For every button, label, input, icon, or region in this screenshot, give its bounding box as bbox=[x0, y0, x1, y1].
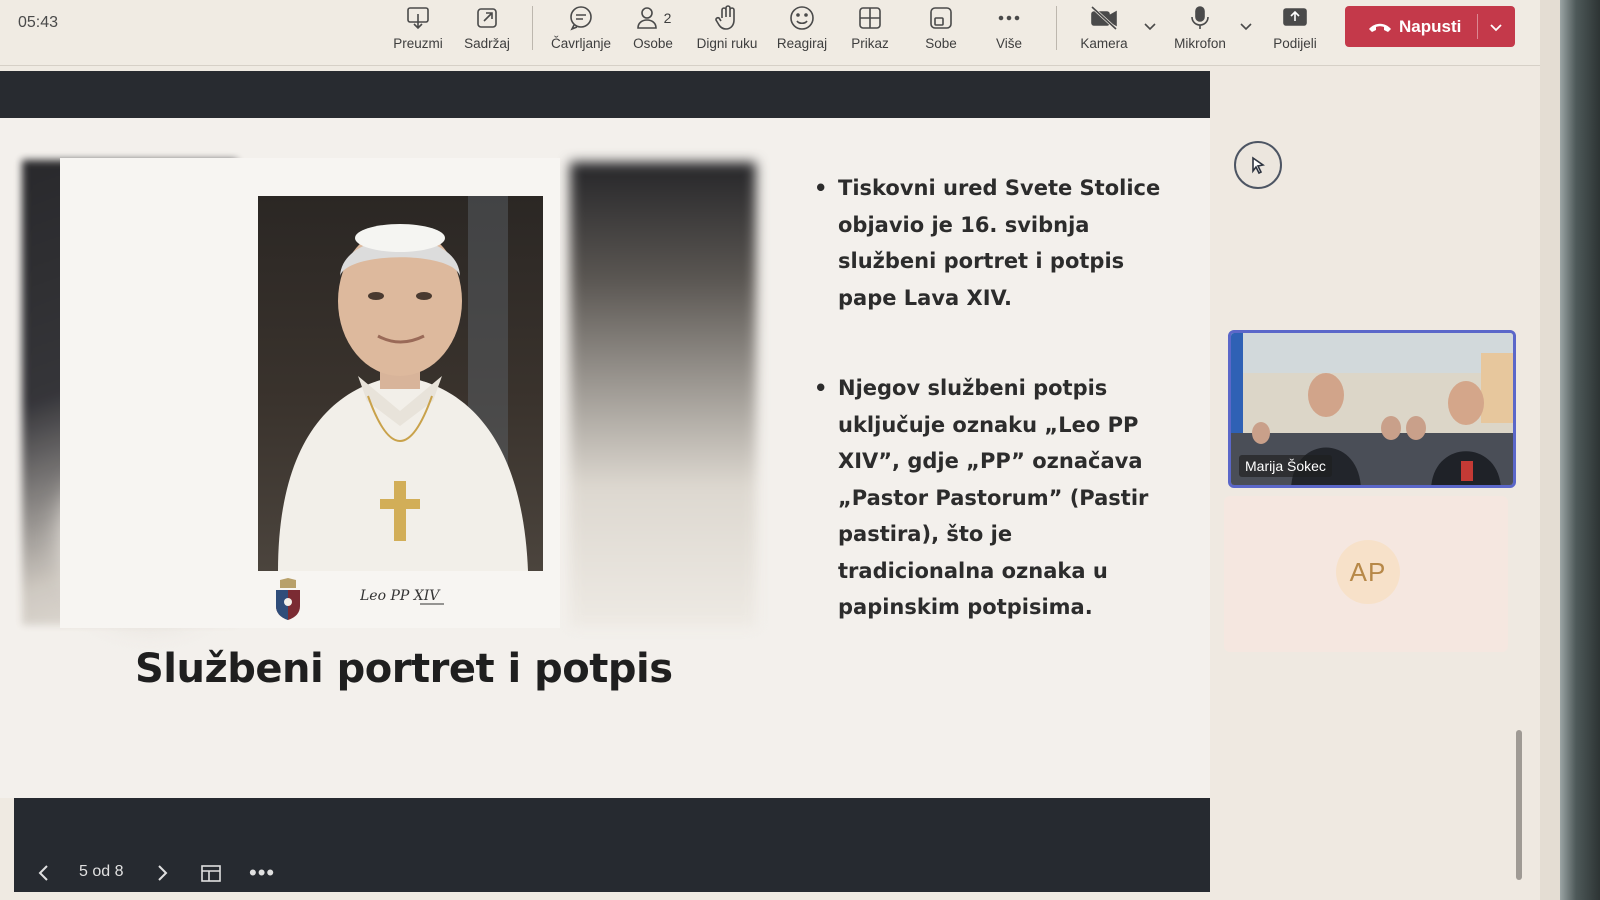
grid-view-icon bbox=[856, 0, 884, 36]
papal-coat-of-arms-icon bbox=[268, 578, 308, 622]
leave-divider bbox=[1477, 14, 1478, 39]
smiley-icon bbox=[788, 0, 816, 36]
microphone-icon bbox=[1186, 0, 1214, 36]
slide-title: Službeni portret i potpis bbox=[135, 646, 673, 692]
more-dots-icon bbox=[995, 0, 1023, 36]
rooms-icon bbox=[927, 0, 955, 36]
leave-options-chevron-icon[interactable] bbox=[1485, 16, 1507, 38]
slide-bullet: Njegov službeni potpis uključuje oznaku … bbox=[812, 370, 1172, 626]
microphone-options-chevron-icon[interactable] bbox=[1236, 16, 1256, 36]
people-button[interactable]: 2 Osobe bbox=[630, 0, 676, 62]
signature-text: Leo PP XIV bbox=[360, 588, 441, 604]
people-icon: 2 bbox=[635, 0, 672, 36]
slide-bullet-list: Tiskovni ured Svete Stolice objavio je 1… bbox=[812, 170, 1172, 626]
slide-overview-button[interactable] bbox=[199, 861, 223, 885]
monitor-bezel bbox=[1560, 0, 1600, 900]
share-content-icon bbox=[473, 0, 501, 36]
raise-hand-button[interactable]: Digni ruku bbox=[692, 0, 762, 62]
camera-off-icon bbox=[1089, 0, 1119, 36]
meeting-toolbar: 05:43 Preuzmi Sadržaj Čavrljanje 2 Osobe… bbox=[0, 0, 1560, 66]
papal-signature-image: Leo PP XIV bbox=[360, 588, 444, 605]
chevron-left-icon bbox=[38, 865, 48, 881]
view-button[interactable]: Prikaz bbox=[850, 0, 890, 62]
panel-scrollbar[interactable] bbox=[1516, 730, 1522, 880]
next-slide-button[interactable] bbox=[152, 862, 172, 884]
chevron-right-icon bbox=[158, 865, 168, 881]
chat-icon bbox=[567, 0, 595, 36]
chat-button[interactable]: Čavrljanje bbox=[548, 0, 614, 62]
hand-icon bbox=[713, 0, 741, 36]
toolbar-divider bbox=[1056, 6, 1057, 50]
share-screen-icon bbox=[1280, 0, 1310, 36]
participant-avatar-tile[interactable]: AP bbox=[1224, 496, 1508, 652]
rooms-button[interactable]: Sobe bbox=[922, 0, 960, 62]
slide-bullet: Tiskovni ured Svete Stolice objavio je 1… bbox=[812, 170, 1172, 316]
pope-portrait-image bbox=[258, 196, 543, 571]
presentation-slide: Leo PP XIV Službeni portret i potpis Tis… bbox=[0, 118, 1210, 798]
camera-options-chevron-icon[interactable] bbox=[1140, 16, 1160, 36]
share-button[interactable]: Podijeli bbox=[1270, 0, 1320, 62]
avatar: AP bbox=[1336, 540, 1400, 604]
download-icon bbox=[404, 0, 432, 36]
more-button[interactable]: Više bbox=[992, 0, 1026, 62]
slide-top-bar bbox=[0, 71, 1230, 118]
slide-counter: 5 od 8 bbox=[79, 863, 124, 880]
react-button[interactable]: Reagiraj bbox=[774, 0, 830, 62]
blurred-background-image bbox=[570, 162, 756, 627]
previous-slide-button[interactable] bbox=[34, 862, 54, 884]
toolbar-divider bbox=[532, 6, 533, 50]
download-button[interactable]: Preuzmi bbox=[392, 0, 444, 62]
slide-grid-icon bbox=[201, 865, 221, 882]
window-edge bbox=[1540, 0, 1560, 900]
participant-video-tile[interactable]: Marija Šokec bbox=[1228, 330, 1516, 488]
laser-pointer-button[interactable] bbox=[1234, 141, 1282, 189]
leave-button[interactable]: Napusti bbox=[1345, 6, 1515, 47]
content-button[interactable]: Sadržaj bbox=[460, 0, 514, 62]
hang-up-icon bbox=[1369, 23, 1391, 32]
people-count: 2 bbox=[663, 10, 672, 26]
meeting-timer: 05:43 bbox=[18, 14, 59, 31]
participant-name-label: Marija Šokec bbox=[1239, 455, 1332, 477]
microphone-button[interactable]: Mikrofon bbox=[1170, 0, 1230, 62]
camera-button[interactable]: Kamera bbox=[1078, 0, 1130, 62]
slide-more-options-icon[interactable]: ••• bbox=[249, 860, 275, 886]
cursor-icon bbox=[1252, 156, 1265, 175]
slide-control-bar bbox=[14, 798, 1210, 892]
